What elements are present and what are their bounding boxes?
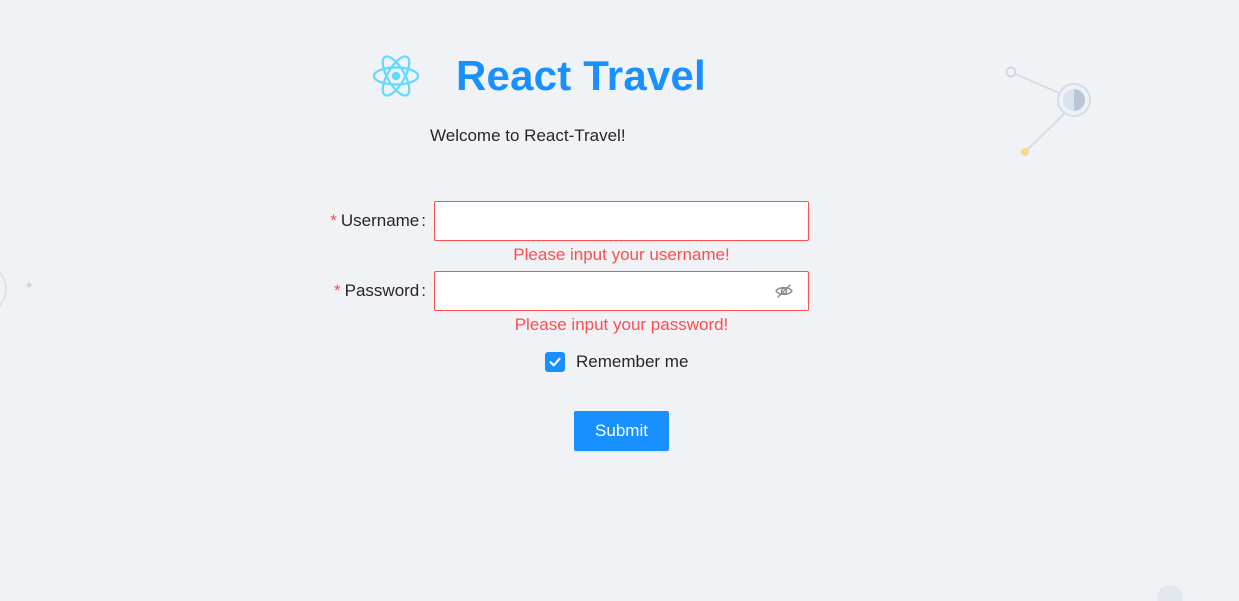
molecule-decoration xyxy=(1005,66,1091,156)
login-page: React Travel Welcome to React-Travel! * U… xyxy=(0,0,1239,601)
left-circle-decoration xyxy=(0,271,32,307)
username-label-text: Username xyxy=(340,211,420,230)
remember-me-checkbox[interactable]: Remember me xyxy=(545,351,688,373)
required-mark: * xyxy=(334,281,341,300)
required-mark: * xyxy=(330,211,337,230)
username-input[interactable] xyxy=(434,201,809,241)
username-error: Please input your username! xyxy=(513,245,730,264)
react-atom-icon xyxy=(372,55,420,97)
checkbox-checked-icon[interactable] xyxy=(545,352,565,372)
label-colon: : xyxy=(421,281,426,300)
eye-invisible-icon[interactable] xyxy=(774,281,794,301)
password-label: * Password: xyxy=(334,271,426,311)
remember-me-label: Remember me xyxy=(576,352,689,371)
welcome-message: Welcome to React-Travel! xyxy=(430,126,626,145)
app-title: React Travel xyxy=(456,52,706,99)
password-form-item: * Password: xyxy=(300,271,820,311)
password-input[interactable] xyxy=(434,271,809,311)
label-colon: : xyxy=(421,211,426,230)
username-label: * Username: xyxy=(330,201,426,241)
brand-header: React Travel xyxy=(372,52,706,100)
bottom-circle-decoration xyxy=(1157,585,1183,601)
username-form-item: * Username: xyxy=(300,201,820,241)
password-error: Please input your password! xyxy=(514,315,729,334)
submit-button[interactable]: Submit xyxy=(574,411,669,451)
password-label-text: Password xyxy=(344,281,420,300)
